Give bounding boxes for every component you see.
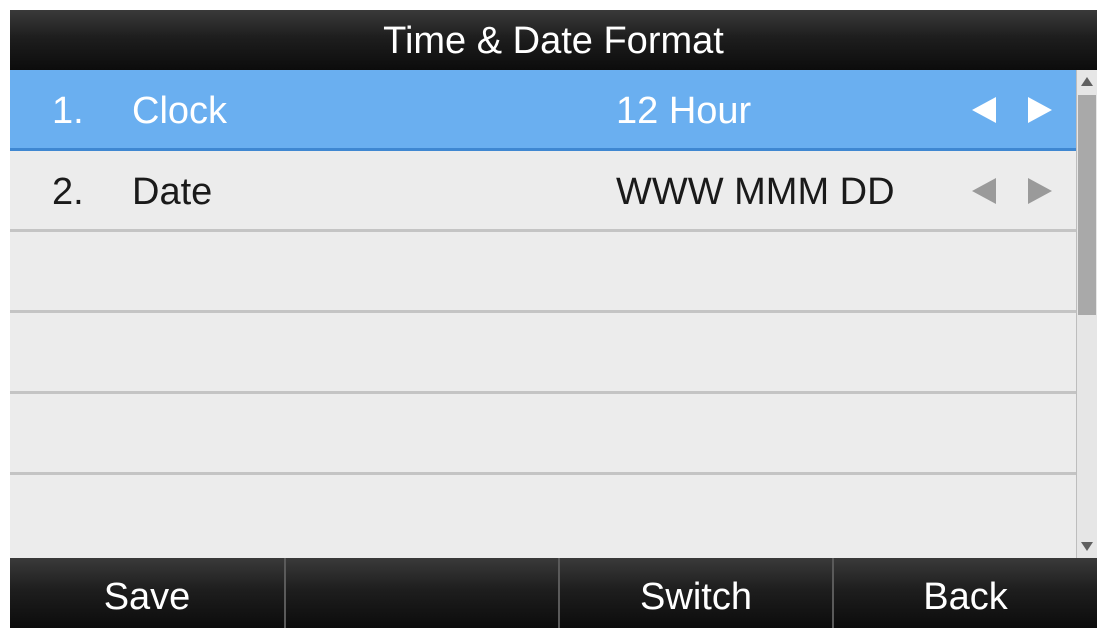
save-softkey[interactable]: Save <box>10 558 284 628</box>
phone-screen: Time & Date Format 1. Clock 12 Hour 2. D… <box>10 10 1097 628</box>
item-value: WWW MMM DD <box>616 171 895 213</box>
list-item-empty <box>10 475 1076 558</box>
empty-softkey[interactable] <box>284 558 558 628</box>
scroll-down-icon[interactable] <box>1081 542 1093 551</box>
list-item-empty <box>10 394 1076 475</box>
left-arrow-icon[interactable] <box>972 178 996 204</box>
list-item-empty <box>10 313 1076 394</box>
item-value: 12 Hour <box>616 90 752 132</box>
right-arrow-icon[interactable] <box>1028 97 1052 123</box>
screen-title: Time & Date Format <box>10 10 1097 70</box>
settings-list: 1. Clock 12 Hour 2. Date WWW MMM DD <box>10 70 1076 558</box>
scrollbar[interactable] <box>1076 70 1097 558</box>
list-item-clock[interactable]: 1. Clock 12 Hour <box>10 70 1076 151</box>
scroll-up-icon[interactable] <box>1081 77 1093 86</box>
switch-softkey[interactable]: Switch <box>558 558 832 628</box>
item-label: Clock <box>132 90 228 132</box>
list-item-empty <box>10 232 1076 313</box>
item-number: 1. <box>52 90 84 132</box>
right-arrow-icon[interactable] <box>1028 178 1052 204</box>
left-arrow-icon[interactable] <box>972 97 996 123</box>
item-label: Date <box>132 171 213 213</box>
softkey-bar: Save Switch Back <box>10 558 1097 628</box>
back-softkey[interactable]: Back <box>832 558 1097 628</box>
list-item-date[interactable]: 2. Date WWW MMM DD <box>10 151 1076 232</box>
item-number: 2. <box>52 171 84 213</box>
scrollbar-thumb[interactable] <box>1078 95 1096 315</box>
